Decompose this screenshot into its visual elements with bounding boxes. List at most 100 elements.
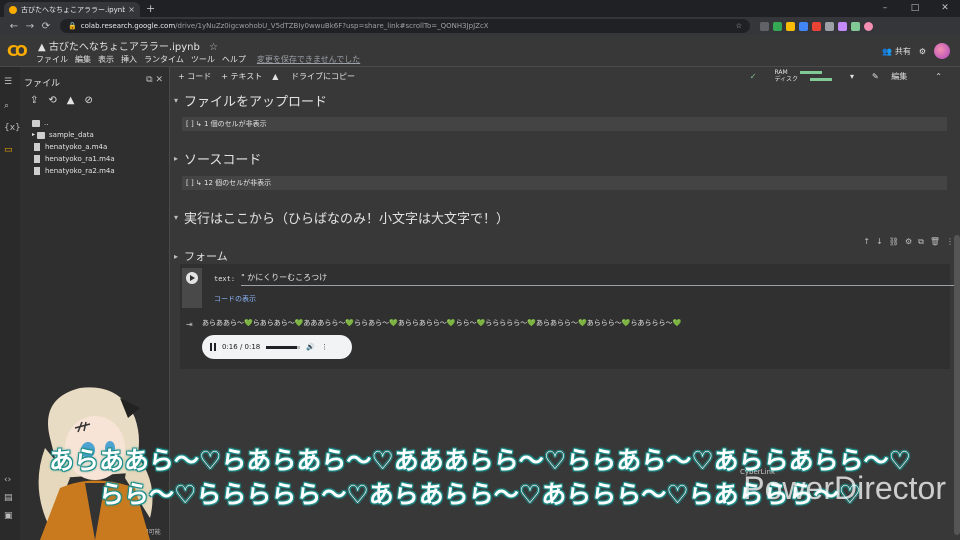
resource-indicator[interactable]: RAM ディスク — [774, 69, 842, 83]
toolbar-right: ✓ RAM ディスク ▾ ✎ 編集 ⌃ — [750, 69, 952, 83]
hidden-cells-bar[interactable]: [ ] ↳ 1 個のセルが非表示 — [182, 117, 947, 131]
url-path: /drive/1yNuZz0igcwohobU_V5dTZBIy0wwuBk6F… — [175, 22, 489, 30]
files-folder-icon[interactable]: ▭ — [4, 145, 13, 155]
edit-button[interactable]: ✎ 編集 — [872, 71, 917, 82]
extension-icon[interactable] — [812, 21, 821, 31]
menu-edit[interactable]: 編集 — [75, 54, 91, 65]
extensions-area — [760, 21, 873, 31]
chevron-down-icon: ▾ — [174, 96, 179, 105]
avatar[interactable] — [934, 43, 950, 59]
url-field[interactable]: 🔒 colab.research.google.com /drive/1yNuZ… — [60, 19, 750, 33]
panel-controls: ⧉ ✕ — [146, 75, 163, 85]
delete-icon[interactable]: 🗑 — [930, 237, 940, 247]
popout-icon[interactable]: ⧉ — [146, 75, 152, 85]
extension-icon[interactable] — [773, 21, 782, 31]
star-icon[interactable]: ☆ — [209, 42, 218, 53]
notebook-title-text: 古びたへなちょこアララー.ipynb — [48, 42, 200, 53]
unsaved-notice[interactable]: 変更を保存できませんでした — [257, 54, 360, 65]
move-up-icon[interactable]: ↑ — [863, 237, 870, 247]
share-button[interactable]: 👥 共有 — [882, 46, 911, 57]
file-tree-item[interactable]: .. — [32, 117, 115, 129]
audio-more-icon[interactable]: ⋮ — [321, 343, 328, 351]
colab-favicon-icon — [9, 5, 17, 14]
settings-gear-icon[interactable]: ⚙ — [919, 47, 926, 56]
field-label: text: — [214, 275, 236, 283]
file-icon — [34, 167, 40, 175]
form-heading[interactable]: ▸ フォーム — [174, 248, 228, 264]
chevron-down-icon: ▾ — [174, 213, 179, 222]
bookmark-star-icon[interactable]: ☆ — [736, 22, 742, 30]
ram-bar — [799, 71, 822, 74]
menu-view[interactable]: 表示 — [98, 54, 114, 65]
audio-time: 0:16 / 0:18 — [222, 343, 261, 351]
mirror-cell-icon[interactable]: ⧉ — [918, 237, 924, 247]
forward-icon[interactable]: → — [22, 21, 38, 32]
tab-close-icon[interactable]: × — [128, 5, 135, 14]
audio-seek-bar[interactable] — [266, 345, 301, 349]
runtime-dropdown-icon[interactable]: ▾ — [850, 72, 854, 81]
maximize-button[interactable]: □ — [900, 0, 930, 16]
file-tree-item[interactable]: henatyoko_ra2.m4a — [32, 165, 115, 177]
notebook-title[interactable]: ▲ 古びたへなちょこアララー.ipynb ☆ — [38, 38, 218, 53]
extension-icon[interactable] — [838, 21, 847, 31]
text-input[interactable]: " かにくりーむころつけ — [241, 272, 960, 286]
back-icon[interactable]: ← — [6, 21, 22, 32]
upload-file-icon[interactable]: ⇪ — [30, 95, 38, 106]
menu-bar: ファイル 編集 表示 挿入 ランタイム ツール ヘルプ 変更を保存できませんでし… — [36, 54, 367, 65]
menu-tools[interactable]: ツール — [191, 54, 215, 65]
browser-tab[interactable]: 古びたへなちょこアララー.ipynb × — [4, 2, 140, 17]
collapse-icon[interactable]: ⌃ — [935, 72, 942, 81]
terminal-icon[interactable]: ▣ — [4, 511, 13, 521]
link-icon[interactable]: ⛓ — [889, 237, 899, 247]
window-controls: – □ ✕ — [870, 0, 960, 16]
reload-icon[interactable]: ⟳ — [38, 21, 54, 32]
folder-icon — [32, 119, 40, 127]
more-menu-icon[interactable]: ⋮ — [946, 237, 954, 247]
move-down-icon[interactable]: ↓ — [876, 237, 883, 247]
new-tab-button[interactable]: + — [146, 2, 155, 15]
extension-icon[interactable] — [760, 21, 769, 31]
section-heading[interactable]: ▾ ファイルをアップロード — [174, 91, 327, 110]
cell-settings-icon[interactable]: ⚙ — [905, 237, 912, 247]
run-cell-button[interactable] — [182, 268, 202, 308]
file-tree-item[interactable]: henatyoko_ra1.m4a — [32, 153, 115, 165]
output-icon[interactable]: ⇥ — [186, 320, 193, 329]
menu-file[interactable]: ファイル — [36, 54, 68, 65]
play-icon — [186, 272, 198, 284]
refresh-folder-icon[interactable]: ⟲ — [48, 95, 56, 106]
mount-drive-icon[interactable]: ▲ — [67, 95, 75, 106]
add-text-button[interactable]: + テキスト — [221, 71, 262, 82]
section-heading[interactable]: ▾ 実行はここから（ひらばなのみ！小文字は大文字で！） — [174, 208, 509, 227]
search-icon[interactable]: ⌕ — [4, 101, 9, 111]
screen: 古びたへなちょこアララー.ipynb × + – □ ✕ ← → ⟳ 🔒 col… — [0, 0, 960, 540]
show-code-link[interactable]: コードの表示 — [214, 294, 256, 304]
hidden-cells-bar[interactable]: [ ] ↳ 12 個のセルが非表示 — [182, 176, 947, 190]
volume-icon[interactable]: 🔊 — [306, 343, 315, 351]
menu-insert[interactable]: 挿入 — [121, 54, 137, 65]
hide-files-icon[interactable]: ⊘ — [84, 95, 92, 106]
extension-icon[interactable] — [825, 21, 834, 31]
menu-runtime[interactable]: ランタイム — [144, 54, 184, 65]
extension-icon[interactable] — [786, 21, 795, 31]
extension-icon[interactable] — [799, 21, 808, 31]
variables-icon[interactable]: {x} — [4, 123, 21, 133]
drive-icon: ▲ — [38, 42, 46, 53]
add-code-button[interactable]: + コード — [178, 71, 211, 82]
section-heading[interactable]: ▸ ソースコード — [174, 149, 261, 168]
minimize-button[interactable]: – — [870, 0, 900, 16]
close-panel-icon[interactable]: ✕ — [155, 75, 163, 85]
file-tree-item[interactable]: ▸ sample_data — [32, 129, 115, 141]
close-window-button[interactable]: ✕ — [930, 0, 960, 16]
powerdirector-watermark: PowerDirector — [743, 470, 946, 506]
browser-tab-bar: 古びたへなちょこアララー.ipynb × + – □ ✕ — [0, 0, 960, 17]
profile-avatar-icon[interactable] — [864, 21, 873, 31]
audio-player: 0:16 / 0:18 🔊 ⋮ — [202, 335, 352, 359]
files-toolbar: ⇪ ⟲ ▲ ⊘ — [30, 95, 93, 106]
colab-logo-icon[interactable]: CO — [7, 42, 28, 60]
file-tree-item[interactable]: henatyoko_a.m4a — [32, 141, 115, 153]
header-right: 👥 共有 ⚙ — [882, 43, 950, 59]
extension-icon[interactable] — [851, 21, 860, 31]
copy-to-drive-button[interactable]: ▲ ドライブにコピー — [272, 71, 365, 82]
toc-icon[interactable]: ☰ — [4, 77, 12, 87]
menu-help[interactable]: ヘルプ — [222, 54, 246, 65]
